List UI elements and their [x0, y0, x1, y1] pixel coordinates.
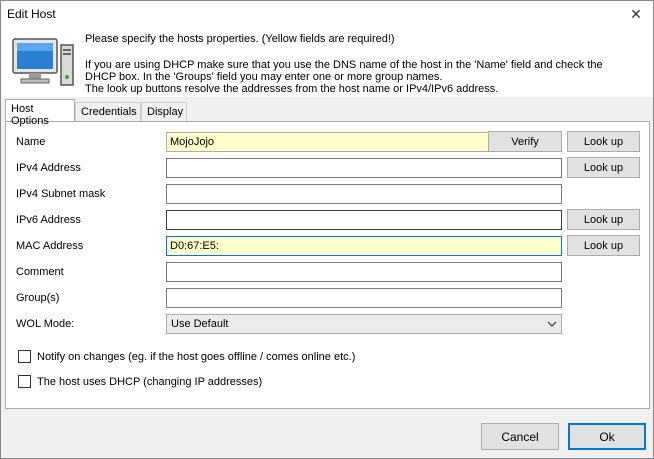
- groups-field[interactable]: [166, 288, 562, 308]
- dhcp-hint-line-2: DHCP box. In the 'Groups' field you may …: [85, 71, 443, 83]
- ipv6-lookup-button[interactable]: Look up: [567, 209, 640, 230]
- groups-label: Group(s): [16, 292, 60, 304]
- mac-lookup-button[interactable]: Look up: [567, 235, 640, 256]
- wol-mode-label: WOL Mode:: [16, 318, 75, 330]
- mac-address-field[interactable]: [166, 236, 562, 256]
- wol-mode-select[interactable]: Use Default: [166, 314, 562, 334]
- ipv6-label: IPv6 Address: [16, 214, 81, 226]
- dhcp-hint-line-3: The look up buttons resolve the addresse…: [85, 83, 499, 95]
- ipv4-lookup-button[interactable]: Look up: [567, 157, 640, 178]
- tab-bar: Host Options Credentials Display: [5, 99, 654, 127]
- subnet-mask-label: IPv4 Subnet mask: [16, 188, 106, 200]
- dhcp-checkbox-label: The host uses DHCP (changing IP addresse…: [37, 375, 263, 388]
- dhcp-hint-line-1: If you are using DHCP make sure that you…: [85, 59, 603, 71]
- notify-checkbox-row[interactable]: Notify on changes (eg. if the host goes …: [18, 350, 355, 363]
- ipv4-label: IPv4 Address: [16, 162, 81, 174]
- close-icon: ✕: [630, 5, 642, 22]
- ok-button[interactable]: Ok: [568, 423, 646, 450]
- notify-checkbox-label: Notify on changes (eg. if the host goes …: [37, 350, 356, 363]
- window-title: Edit Host: [7, 7, 56, 21]
- computer-icon: [12, 38, 74, 86]
- name-label: Name: [16, 136, 46, 148]
- cancel-button[interactable]: Cancel: [481, 423, 559, 450]
- chevron-down-icon: [547, 321, 557, 327]
- title-bar[interactable]: Edit Host ✕: [1, 1, 653, 27]
- wol-mode-value: Use Default: [171, 318, 229, 330]
- tab-host-options[interactable]: Host Options: [5, 99, 75, 127]
- dialog-header: Please specify the hosts properties. (Ye…: [1, 27, 653, 97]
- mac-address-label: MAC Address: [16, 240, 84, 252]
- tab-credentials[interactable]: Credentials: [75, 102, 141, 121]
- comment-field[interactable]: [166, 262, 562, 282]
- tab-display[interactable]: Display: [141, 102, 187, 121]
- close-button[interactable]: ✕: [619, 1, 653, 27]
- comment-label: Comment: [16, 266, 64, 278]
- subnet-mask-field[interactable]: [166, 184, 562, 204]
- dhcp-checkbox[interactable]: [18, 375, 31, 388]
- edit-host-dialog: Edit Host ✕ Please specify the hosts pro…: [0, 0, 654, 459]
- name-lookup-button[interactable]: Look up: [567, 131, 640, 152]
- host-options-panel: Name Verify Look up IPv4 Address Look up…: [5, 121, 650, 409]
- ipv6-field[interactable]: [166, 210, 562, 230]
- ipv4-field[interactable]: [166, 158, 562, 178]
- verify-button[interactable]: Verify: [488, 131, 562, 152]
- notify-checkbox[interactable]: [18, 350, 31, 363]
- required-fields-hint: Please specify the hosts properties. (Ye…: [85, 33, 395, 45]
- dhcp-checkbox-row[interactable]: The host uses DHCP (changing IP addresse…: [18, 375, 262, 388]
